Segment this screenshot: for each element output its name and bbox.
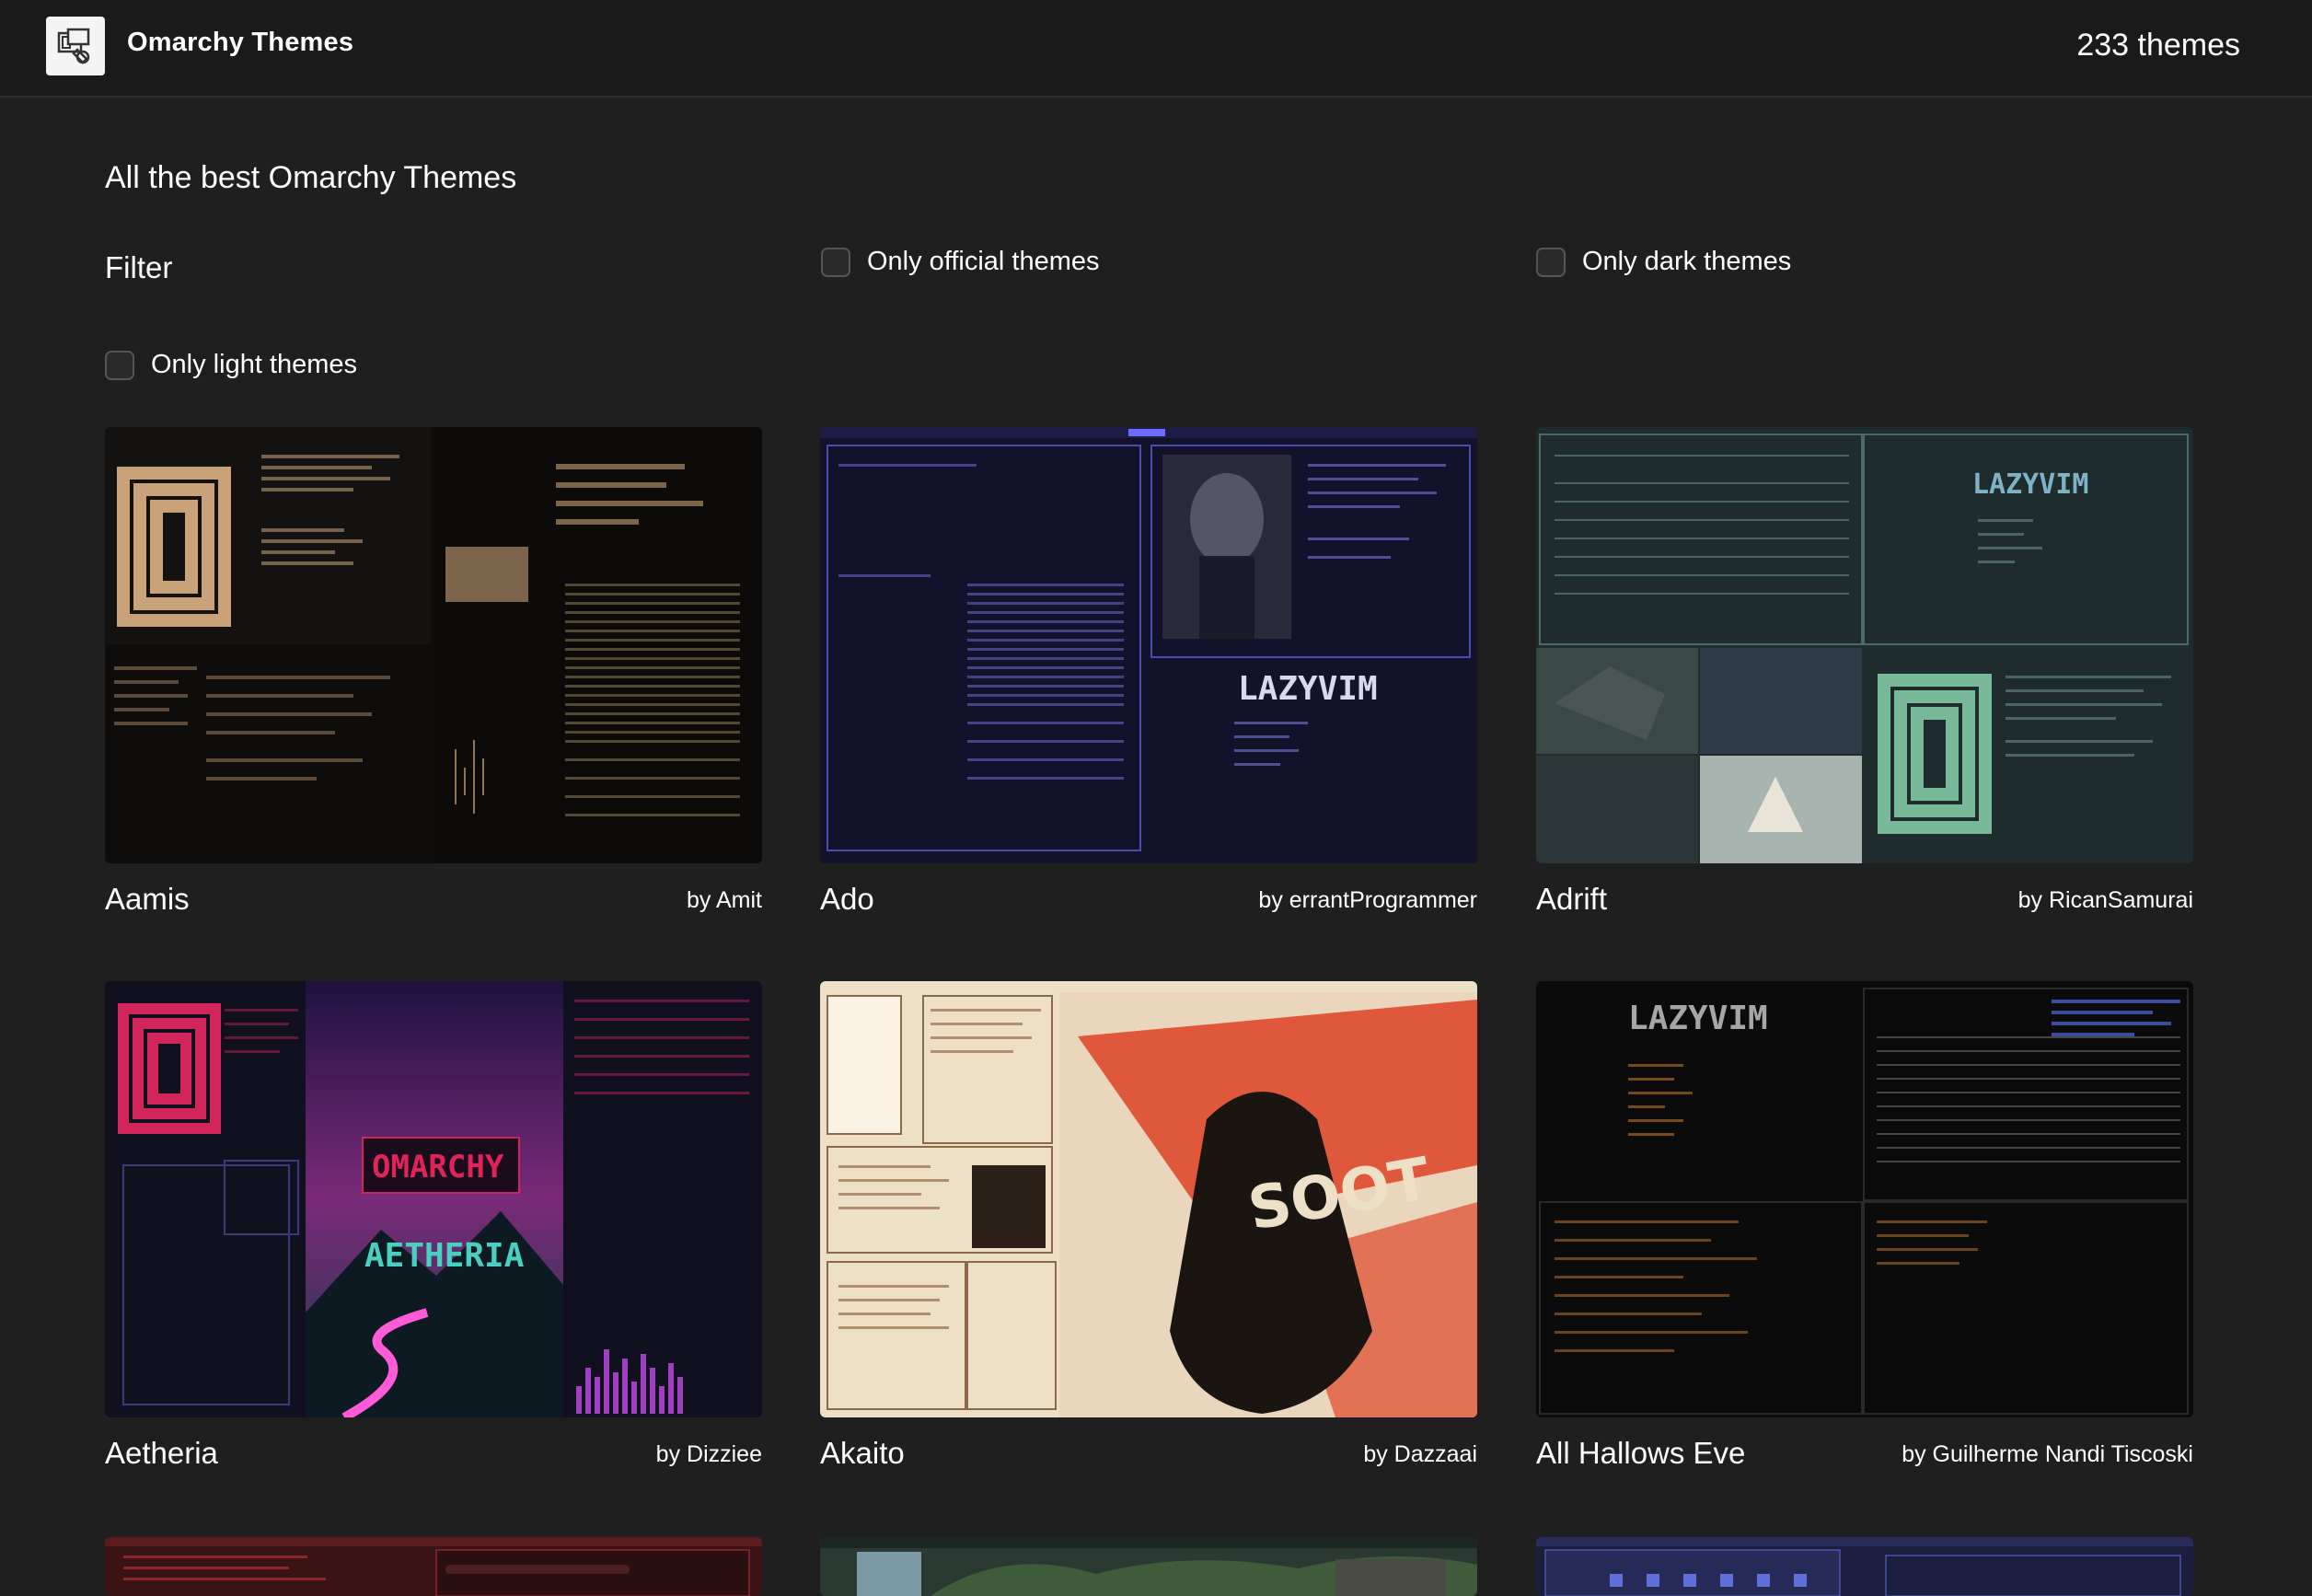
theme-preview[interactable]: LAZYVIM xyxy=(820,427,1477,863)
theme-card-row3-3[interactable] xyxy=(1536,1537,2193,1596)
theme-name[interactable]: Ado xyxy=(820,882,874,917)
theme-logo-icon xyxy=(57,28,90,64)
page-title: All the best Omarchy Themes xyxy=(105,160,517,195)
filter-official-checkbox[interactable]: Only official themes xyxy=(821,247,1100,277)
theme-preview[interactable] xyxy=(105,1537,762,1596)
svg-text:LAZYVIM: LAZYVIM xyxy=(1238,670,1378,708)
filter-official-label: Only official themes xyxy=(867,247,1100,276)
theme-preview[interactable] xyxy=(105,427,762,863)
site-header: Omarchy Themes 233 themes xyxy=(0,0,2312,98)
theme-author[interactable]: by errantProgrammer xyxy=(1258,887,1477,914)
svg-text:LAZYVIM: LAZYVIM xyxy=(1972,468,2088,501)
svg-text:LAZYVIM: LAZYVIM xyxy=(1628,1000,1768,1037)
theme-name[interactable]: Aamis xyxy=(105,882,190,917)
theme-author[interactable]: by Dazzaai xyxy=(1363,1441,1477,1468)
theme-card-row3-2[interactable] xyxy=(820,1537,1477,1596)
theme-name[interactable]: Aetheria xyxy=(105,1436,218,1471)
theme-count: 233 themes xyxy=(2076,28,2240,63)
checkbox-box[interactable] xyxy=(821,247,850,277)
theme-author[interactable]: by Guilherme Nandi Tiscoski xyxy=(1902,1441,2193,1468)
filter-dark-label: Only dark themes xyxy=(1582,247,1792,276)
theme-card-akaito[interactable]: SOOT Akaito by Dazzaai xyxy=(820,981,1477,1484)
theme-card-aamis[interactable]: Aamis by Amit xyxy=(105,427,762,930)
theme-card-adrift[interactable]: LAZYVIM Adrift by RicanSamurai xyxy=(1536,427,2193,930)
theme-preview[interactable] xyxy=(820,1537,1477,1596)
checkbox-box[interactable] xyxy=(105,350,134,380)
theme-name[interactable]: All Hallows Eve xyxy=(1536,1436,1745,1471)
checkbox-box[interactable] xyxy=(1536,247,1566,277)
theme-preview[interactable]: OMARCHY AETHERIA xyxy=(105,981,762,1417)
filter-light-checkbox[interactable]: Only light themes xyxy=(105,350,357,380)
theme-card-row3-1[interactable] xyxy=(105,1537,762,1596)
theme-preview[interactable]: SOOT xyxy=(820,981,1477,1417)
theme-name[interactable]: Adrift xyxy=(1536,882,1607,917)
theme-card-ado[interactable]: LAZYVIM Ado by errantProgrammer xyxy=(820,427,1477,930)
theme-preview[interactable] xyxy=(1536,1537,2193,1596)
theme-preview[interactable]: LAZYVIM xyxy=(1536,981,2193,1417)
filter-label: Filter xyxy=(105,250,173,284)
theme-preview[interactable]: LAZYVIM xyxy=(1536,427,2193,863)
site-logo[interactable] xyxy=(46,17,105,75)
svg-text:AETHERIA: AETHERIA xyxy=(364,1237,525,1275)
theme-name[interactable]: Akaito xyxy=(820,1436,905,1471)
filter-light-label: Only light themes xyxy=(151,350,358,379)
filter-dark-checkbox[interactable]: Only dark themes xyxy=(1536,247,1791,277)
theme-author[interactable]: by Dizziee xyxy=(656,1441,762,1468)
theme-author[interactable]: by RicanSamurai xyxy=(2018,887,2193,914)
svg-text:OMARCHY: OMARCHY xyxy=(372,1149,504,1185)
theme-card-aetheria[interactable]: OMARCHY AETHERIA Aetheria by Dizziee xyxy=(105,981,762,1484)
theme-author[interactable]: by Amit xyxy=(687,887,762,914)
theme-card-all-hallows-eve[interactable]: LAZYVIM All Hallows Eve by Guilherme Nan… xyxy=(1536,981,2193,1484)
site-brand[interactable]: Omarchy Themes xyxy=(127,28,353,58)
